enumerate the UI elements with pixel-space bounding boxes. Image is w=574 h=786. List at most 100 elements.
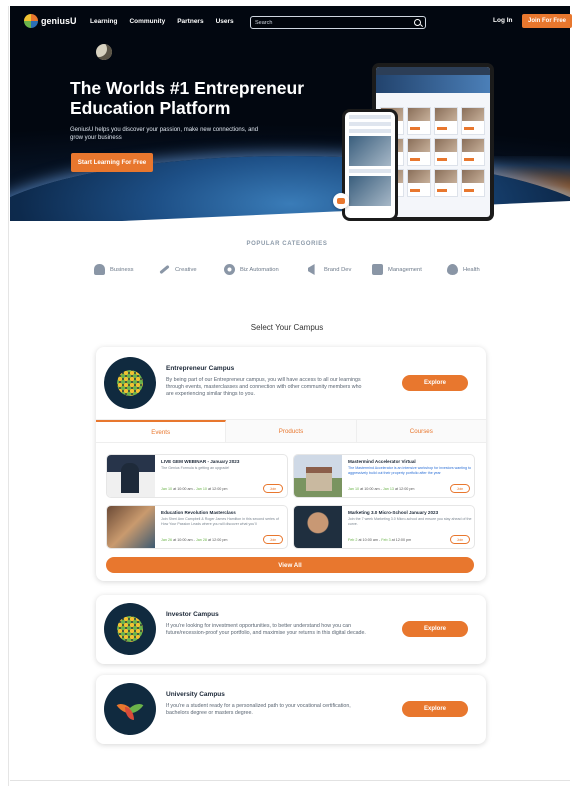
- categories-row: Business Creative Biz Automation Brand D…: [94, 264, 480, 275]
- event-card[interactable]: Marketing 3.0 Micro-School January 2023 …: [293, 505, 475, 549]
- search-input[interactable]: [255, 18, 405, 28]
- event-title: Mastermind Accelerator Virtual: [348, 459, 416, 464]
- category-label: Management: [388, 266, 422, 273]
- folder-icon: [372, 264, 383, 275]
- entrepreneur-campus-card: Entrepreneur Campus By being part of our…: [96, 347, 486, 581]
- top-navbar: geniusU Learning Community Partners User…: [10, 6, 572, 38]
- investor-campus-card: Investor Campus If you're looking for in…: [96, 595, 486, 664]
- campus-name: Entrepreneur Campus: [166, 365, 235, 372]
- start-learning-button[interactable]: Start Learning For Free: [71, 153, 153, 172]
- event-card[interactable]: Mastermind Accelerator Virtual The Maste…: [293, 454, 475, 498]
- nav-link-users[interactable]: Users: [216, 18, 234, 25]
- explore-button[interactable]: Explore: [402, 375, 468, 391]
- category-creative[interactable]: Creative: [159, 264, 224, 275]
- view-all-button[interactable]: View All: [106, 557, 474, 573]
- event-title: Marketing 3.0 Micro-School January 2023: [348, 510, 439, 515]
- event-description: Join Sheri Ann Campbell & Roger James Ha…: [161, 517, 279, 526]
- event-card[interactable]: Education Revolution Masterclass Join Sh…: [106, 505, 288, 549]
- category-health[interactable]: Health: [447, 264, 480, 275]
- footer-divider: [10, 780, 570, 781]
- join-event-button[interactable]: Join: [450, 484, 470, 493]
- event-start-date: Jan 10: [161, 487, 173, 491]
- event-title: LIVE GEM WEBINAR - January 2023: [161, 459, 240, 464]
- event-start-time: at 10:00 am -: [172, 538, 196, 542]
- category-biz-automation[interactable]: Biz Automation: [224, 264, 308, 275]
- event-image: [294, 506, 342, 548]
- event-image: [107, 455, 155, 497]
- explore-button[interactable]: Explore: [402, 701, 468, 717]
- phone-mockup: [342, 109, 398, 221]
- category-label: Creative: [175, 266, 197, 273]
- nav-link-learning[interactable]: Learning: [90, 18, 117, 25]
- explore-button[interactable]: Explore: [402, 621, 468, 637]
- event-image: [294, 455, 342, 497]
- event-start-time: at 10:00 am -: [359, 487, 383, 491]
- logo-icon: [24, 14, 38, 28]
- event-end-date: Jan 28: [195, 538, 207, 542]
- event-start-time: at 10:00 am -: [172, 487, 196, 491]
- campus-description: If you're looking for investment opportu…: [166, 623, 366, 637]
- campus-tabs: Events Products Courses: [96, 419, 486, 443]
- tab-courses[interactable]: Courses: [356, 420, 486, 442]
- category-brand-dev[interactable]: Brand Dev: [308, 264, 372, 275]
- entrepreneur-campus-logo: [104, 357, 156, 409]
- heart-icon: [447, 264, 458, 275]
- event-card[interactable]: LIVE GEM WEBINAR - January 2023 The Geni…: [106, 454, 288, 498]
- event-date: Feb 2 at 10:00 am - Feb 3 at 12:00 pm: [348, 538, 411, 542]
- event-end-date: Jan 10: [195, 487, 207, 491]
- gear-icon: [224, 264, 235, 275]
- tablet-banner: [376, 75, 490, 93]
- campus-description: If you're a student ready for a personal…: [166, 703, 351, 717]
- category-label: Biz Automation: [240, 266, 279, 273]
- hero-title: The Worlds #1 Entrepreneur Education Pla…: [70, 78, 305, 118]
- tab-products[interactable]: Products: [226, 420, 357, 442]
- event-date: Jan 10 at 10:00 am - Jan 10 at 12:00 pm: [161, 487, 227, 491]
- campus-name: University Campus: [166, 691, 225, 698]
- select-campus-title: Select Your Campus: [250, 323, 324, 332]
- event-start-time: at 10:00 am -: [357, 538, 382, 542]
- nav-links: Learning Community Partners Users: [90, 18, 234, 25]
- join-event-button[interactable]: Join: [263, 484, 283, 493]
- category-management[interactable]: Management: [372, 264, 447, 275]
- event-image: [107, 506, 155, 548]
- brand-name: geniusU: [41, 16, 77, 26]
- category-label: Brand Dev: [324, 266, 352, 273]
- event-title: Education Revolution Masterclass: [161, 510, 236, 515]
- nav-link-community[interactable]: Community: [129, 18, 165, 25]
- categories-title: POPULAR CATEGORIES: [246, 241, 328, 247]
- event-end-time: at 12:00 pm: [390, 538, 412, 542]
- event-end-time: at 12:00 pm: [393, 487, 415, 491]
- brand-logo[interactable]: geniusU: [24, 14, 77, 28]
- university-campus-logo: [104, 683, 156, 735]
- megaphone-icon: [308, 264, 315, 275]
- tab-events[interactable]: Events: [96, 420, 227, 442]
- login-link[interactable]: Log In: [493, 17, 513, 24]
- category-label: Business: [110, 266, 134, 273]
- campus-name: Investor Campus: [166, 611, 219, 618]
- moon-icon: [96, 44, 112, 60]
- join-button[interactable]: Join For Free: [522, 14, 572, 28]
- hero-subtitle: GeniusU helps you discover your passion,…: [70, 127, 259, 141]
- join-event-button[interactable]: Join: [450, 535, 470, 544]
- search-icon[interactable]: [414, 19, 421, 26]
- campus-description: By being part of our Entrepreneur campus…: [166, 377, 362, 398]
- event-description: The Mastermind Accelerator is an intensi…: [348, 466, 472, 475]
- category-label: Health: [463, 266, 480, 273]
- briefcase-icon: [94, 264, 105, 275]
- join-event-button[interactable]: Join: [263, 535, 283, 544]
- search-box: [250, 16, 426, 29]
- event-description: The Genius Formula is getting an upgrade…: [161, 466, 230, 470]
- event-end-date: Jan 13: [382, 487, 394, 491]
- investor-campus-logo: [104, 603, 156, 655]
- event-end-date: Feb 3: [381, 538, 391, 542]
- tablet-navbar: [376, 67, 490, 75]
- event-date: Jan 26 at 10:00 am - Jan 28 at 12:00 pm: [161, 538, 227, 542]
- university-campus-card: University Campus If you're a student re…: [96, 675, 486, 744]
- event-description: Join the 7 week Marketing 3.0 Micro-scho…: [348, 517, 472, 526]
- event-date: Jan 10 at 10:00 am - Jan 13 at 12:00 pm: [348, 487, 414, 491]
- brush-icon: [159, 264, 170, 275]
- event-end-time: at 12:00 pm: [206, 487, 228, 491]
- nav-link-partners[interactable]: Partners: [177, 18, 203, 25]
- category-business[interactable]: Business: [94, 264, 159, 275]
- chat-icon[interactable]: [333, 193, 349, 209]
